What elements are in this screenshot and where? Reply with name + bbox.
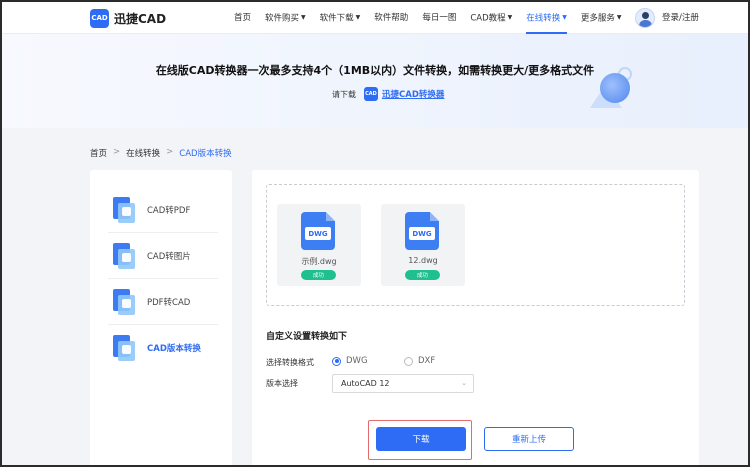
- main-nav: 首页 软件购买 ▼ 软件下载 ▼ 软件帮助 每日一图 CAD教程 ▼ 在线转换 ▼ 更多…: [234, 2, 636, 34]
- breadcrumb-current: CAD版本转换: [179, 149, 232, 159]
- user-avatar-icon[interactable]: [635, 8, 655, 28]
- download-button[interactable]: 下载: [376, 427, 466, 451]
- nav-item-tutorial[interactable]: CAD教程 ▼: [470, 2, 512, 34]
- nav-item-daily-drawing[interactable]: 每日一图: [422, 2, 456, 34]
- page-frame: CAD 迅捷CAD 首页 软件购买 ▼ 软件下载 ▼ 软件帮助 每日一图 CAD教程…: [0, 0, 750, 467]
- breadcrumb: 首页 > 在线转换 > CAD版本转换: [90, 147, 232, 159]
- sidebar-item-pdf-to-cad[interactable]: PDF转CAD: [108, 279, 218, 325]
- status-badge: 成功: [301, 270, 336, 280]
- chevron-down-icon: ⌄: [461, 379, 467, 387]
- cad-to-image-icon: [113, 242, 135, 269]
- reupload-button[interactable]: 重新上传: [484, 427, 574, 451]
- top-navbar: CAD 迅捷CAD 首页 软件购买 ▼ 软件下载 ▼ 软件帮助 每日一图 CAD教程…: [2, 2, 748, 34]
- cad-to-pdf-icon: [113, 196, 135, 223]
- breadcrumb-online-convert[interactable]: 在线转换: [126, 147, 160, 159]
- file-name: 12.dwg: [408, 256, 438, 265]
- version-label: 版本选择: [266, 379, 298, 388]
- sidebar-item-label: PDF转CAD: [147, 297, 191, 308]
- cad-app-icon: CAD: [364, 87, 378, 101]
- decorative-ring: [618, 67, 632, 81]
- conversion-panel: DWG 示例.dwg 成功 DWG 12.dwg 成功 自定义设置转换如下 选择…: [252, 170, 699, 465]
- format-radio-dxf[interactable]: DXF: [404, 356, 435, 366]
- nav-item-online-convert[interactable]: 在线转换 ▼: [526, 2, 567, 34]
- chevron-down-icon: ▼: [616, 14, 622, 21]
- file-dropzone[interactable]: DWG 示例.dwg 成功 DWG 12.dwg 成功: [266, 184, 685, 306]
- breadcrumb-home[interactable]: 首页: [90, 147, 107, 159]
- promo-banner: 在线版CAD转换器一次最多支持4个（1MB以内）文件转换，如需转换更大/更多格式…: [2, 34, 748, 128]
- radio-dot-icon: [332, 356, 341, 366]
- nav-item-home[interactable]: 首页: [234, 2, 251, 34]
- file-name: 示例.dwg: [301, 257, 337, 266]
- radio-label: DWG: [346, 356, 368, 366]
- dwg-file-icon: DWG: [405, 212, 439, 250]
- sidebar-item-label: CAD转PDF: [147, 205, 191, 216]
- nav-item-purchase[interactable]: 软件购买 ▼: [265, 2, 306, 34]
- status-badge: 成功: [405, 270, 440, 280]
- sidebar-item-cad-to-image[interactable]: CAD转图片: [108, 233, 218, 279]
- converter-sidebar: CAD转PDF CAD转图片 PDF转CAD CAD版本转换: [90, 170, 232, 465]
- format-radio-dwg[interactable]: DWG: [332, 356, 368, 366]
- banner-subline: 请下载 CAD 迅捷CAD转换器: [332, 87, 444, 101]
- version-select[interactable]: AutoCAD 12 ⌄: [332, 374, 474, 393]
- cad-version-icon: [113, 335, 135, 361]
- settings-title: 自定义设置转换如下: [266, 332, 348, 342]
- file-type-tag: DWG: [409, 227, 435, 240]
- format-label: 选择转换格式: [266, 358, 314, 367]
- chevron-down-icon: ▼: [562, 14, 567, 21]
- nav-item-more-services[interactable]: 更多服务 ▼: [581, 2, 622, 34]
- dwg-file-icon: DWG: [301, 212, 335, 250]
- chevron-down-icon: ▼: [355, 14, 361, 21]
- file-card[interactable]: DWG 12.dwg 成功: [381, 204, 465, 286]
- login-register-link[interactable]: 登录/注册: [662, 2, 699, 34]
- logo-badge: CAD: [90, 9, 109, 28]
- breadcrumb-separator: >: [166, 147, 174, 157]
- radio-dot-icon: [404, 356, 413, 366]
- converter-download-link[interactable]: 迅捷CAD转换器: [382, 88, 444, 100]
- banner-title: 在线版CAD转换器一次最多支持4个（1MB以内）文件转换，如需转换更大/更多格式…: [155, 64, 595, 77]
- version-select-value: AutoCAD 12: [341, 379, 390, 388]
- chevron-down-icon: ▼: [301, 14, 306, 21]
- pdf-to-cad-icon: [113, 288, 135, 315]
- banner-prefix: 请下载: [332, 89, 356, 99]
- sidebar-item-label: CAD版本转换: [147, 344, 201, 354]
- radio-label: DXF: [418, 356, 436, 366]
- site-logo[interactable]: CAD 迅捷CAD: [90, 9, 166, 28]
- logo-text: 迅捷CAD: [114, 12, 167, 26]
- sidebar-item-label: CAD转图片: [147, 251, 191, 262]
- sidebar-item-cad-to-pdf[interactable]: CAD转PDF: [108, 187, 218, 233]
- chevron-down-icon: ▼: [507, 14, 513, 21]
- breadcrumb-separator: >: [113, 147, 121, 157]
- file-type-tag: DWG: [305, 227, 331, 240]
- file-card[interactable]: DWG 示例.dwg 成功: [277, 204, 361, 286]
- nav-item-download[interactable]: 软件下载 ▼: [320, 2, 361, 34]
- sidebar-item-cad-version[interactable]: CAD版本转换: [108, 325, 218, 371]
- nav-item-help[interactable]: 软件帮助: [374, 2, 408, 34]
